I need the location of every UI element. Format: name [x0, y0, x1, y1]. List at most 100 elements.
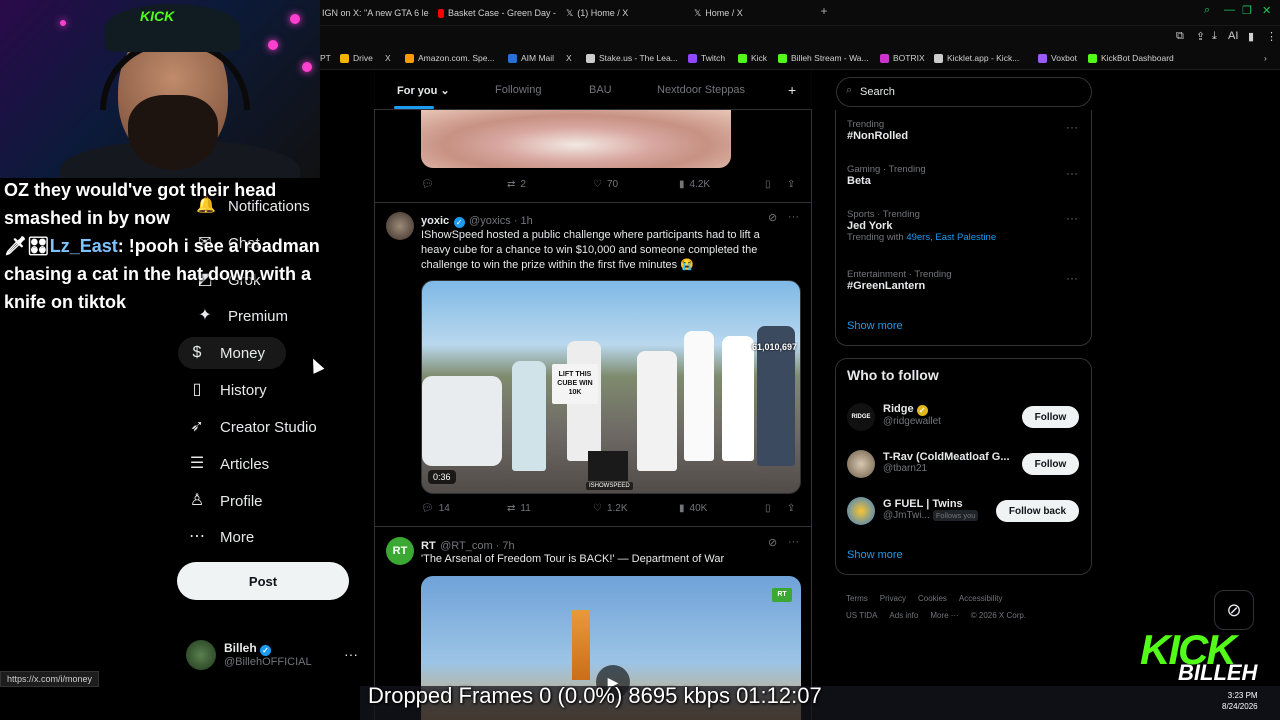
new-tab-button[interactable]: +: [818, 5, 830, 17]
bookmark-button[interactable]: ▯: [765, 179, 771, 190]
bookmark-kickbot[interactable]: KickBot Dashboard: [1088, 53, 1174, 63]
menu-icon[interactable]: ⋮: [1266, 30, 1277, 43]
bookmark-aim-mail[interactable]: AIM Mail: [508, 53, 554, 63]
bookmark-pt[interactable]: PT: [320, 53, 331, 63]
more-icon[interactable]: ···: [344, 646, 358, 662]
like-button[interactable]: ♡ 70: [593, 179, 618, 190]
post-button[interactable]: Post: [177, 562, 349, 600]
add-tab-icon[interactable]: +: [788, 82, 796, 98]
bookmark-button[interactable]: ▯: [765, 503, 771, 514]
tab-bau[interactable]: BAU: [589, 84, 612, 96]
browser-tab-4[interactable]: 𝕏 Home / X: [694, 5, 804, 21]
nav-creator-studio[interactable]: ➶ Creator Studio: [178, 411, 327, 443]
nav-history[interactable]: ▯ History: [178, 374, 277, 406]
more-icon[interactable]: ···: [1066, 166, 1078, 180]
trend-with-links[interactable]: 49ers, East Palestine: [906, 232, 996, 243]
nav-articles[interactable]: ☰ Articles: [178, 448, 279, 480]
avatar[interactable]: RT: [386, 537, 414, 565]
grok-icon[interactable]: ⊘: [1214, 590, 1254, 630]
nav-more[interactable]: ⋯ More: [178, 521, 264, 553]
bookmark-drive[interactable]: Drive: [340, 53, 373, 63]
share-button[interactable]: ⇪: [787, 179, 795, 190]
footer-link[interactable]: Accessibility: [959, 594, 1003, 603]
avatar[interactable]: RIDGE: [847, 403, 875, 431]
tweet-image[interactable]: [421, 110, 731, 168]
footer-link[interactable]: Terms: [846, 594, 868, 603]
show-more-link[interactable]: Show more: [847, 320, 903, 332]
avatar[interactable]: [386, 212, 414, 240]
repost-button[interactable]: ⇄ 2: [507, 179, 526, 190]
close-icon[interactable]: ✕: [1262, 4, 1271, 17]
account-switcher[interactable]: Billeh ✓ @BillehOFFICIAL ···: [186, 640, 366, 672]
more-icon[interactable]: ···: [788, 211, 799, 223]
tweet-video[interactable]: [421, 280, 801, 494]
footer-link[interactable]: US TIDA: [846, 611, 877, 620]
follow-back-button[interactable]: Follow back: [996, 500, 1079, 522]
bookmark-amazon[interactable]: Amazon.com. Spe...: [405, 53, 495, 63]
trend-item[interactable]: Gaming · Trending Beta: [847, 164, 926, 187]
nav-profile[interactable]: ♙ Profile: [178, 485, 273, 517]
tab-nextdoor-steppas[interactable]: Nextdoor Steppas: [657, 84, 745, 96]
more-icon[interactable]: ···: [1066, 211, 1078, 225]
bookmarks-overflow-icon[interactable]: ›: [1264, 53, 1267, 63]
search-input[interactable]: [860, 84, 1080, 100]
repost-button[interactable]: ⇄ 11: [507, 503, 531, 514]
grok-icon[interactable]: ⊘: [768, 536, 777, 549]
browser-tab-2[interactable]: Basket Case - Green Day -: [438, 5, 556, 21]
more-icon[interactable]: ···: [788, 536, 799, 548]
suggestion-item[interactable]: G FUEL | Twins @JmTwi... Follows you: [883, 498, 979, 521]
author-handle[interactable]: @RT_com · 7h: [440, 540, 515, 552]
search-icon[interactable]: ⌕: [1204, 4, 1210, 17]
bookmark-stake[interactable]: Stake.us - The Lea...: [586, 53, 678, 63]
ai-icon[interactable]: AI: [1228, 30, 1238, 42]
more-icon[interactable]: ···: [1066, 271, 1078, 285]
author-name[interactable]: RT: [421, 540, 436, 552]
author-handle[interactable]: @yoxics · 1h: [469, 215, 533, 227]
trend-item[interactable]: Sports · Trending Jed York Trending with…: [847, 209, 996, 243]
tab-following[interactable]: Following: [495, 84, 541, 96]
browser-tab-3[interactable]: 𝕏 (1) Home / X: [566, 5, 676, 21]
footer-link[interactable]: Cookies: [918, 594, 947, 603]
reply-button[interactable]: 💬︎ 14: [421, 503, 450, 514]
account-handle: @BillehOFFICIAL: [224, 656, 312, 668]
trend-item[interactable]: Trending #NonRolled: [847, 119, 908, 142]
nav-money[interactable]: $ Money: [178, 337, 286, 369]
minimize-icon[interactable]: —: [1224, 4, 1235, 16]
maximize-icon[interactable]: ❐: [1242, 4, 1252, 17]
browser-tab-1[interactable]: IGN on X: "A new GTA 6 le: [322, 5, 434, 21]
bookmark-kick[interactable]: Kick: [738, 53, 767, 63]
views-button[interactable]: ▮ 4.2K: [679, 179, 710, 190]
share-icon[interactable]: ⇪: [1196, 30, 1205, 43]
extensions-icon[interactable]: ⧉: [1176, 30, 1184, 43]
kick-icon: [1088, 53, 1097, 63]
more-icon[interactable]: ···: [1066, 120, 1078, 134]
reply-button[interactable]: 💬︎: [421, 179, 439, 190]
footer-link[interactable]: Privacy: [880, 594, 906, 603]
bookmark-kicklet[interactable]: Kicklet.app - Kick...: [934, 53, 1019, 63]
suggestion-item[interactable]: T-Rav (ColdMeatloaf G... @tbarn21: [883, 451, 1010, 474]
bookmark-botrix[interactable]: BOTRIX: [880, 53, 925, 63]
views-button[interactable]: ▮ 40K: [679, 503, 707, 514]
footer-link[interactable]: More ···: [930, 611, 958, 620]
share-button[interactable]: ⇪: [787, 503, 795, 514]
bookmark-twitch[interactable]: Twitch: [688, 53, 725, 63]
bookmark-voxbot[interactable]: Voxbot: [1038, 53, 1077, 63]
tab-for-you[interactable]: For you ⌄: [397, 84, 450, 97]
bookmark-x-2[interactable]: X: [566, 53, 572, 63]
author-name[interactable]: yoxic: [421, 215, 449, 227]
bookmark-billeh-stream[interactable]: Billeh Stream - Wa...: [778, 53, 869, 63]
grok-icon[interactable]: ⊘: [768, 211, 777, 224]
show-more-link[interactable]: Show more: [847, 549, 903, 561]
suggestion-item[interactable]: Ridge ✓ @ridgewallet: [883, 403, 941, 427]
like-button[interactable]: ♡ 1.2K: [593, 503, 628, 514]
trend-item[interactable]: Entertainment · Trending #GreenLantern: [847, 269, 952, 292]
footer-link[interactable]: Ads info: [889, 611, 918, 620]
bookmark-x[interactable]: X: [385, 53, 391, 63]
avatar[interactable]: [847, 450, 875, 478]
follow-button[interactable]: Follow: [1022, 453, 1079, 475]
system-clock: 3:23 PM 8/24/2026: [1222, 690, 1258, 712]
sidebar-icon[interactable]: ▮: [1248, 30, 1254, 43]
download-icon[interactable]: ⤓: [1212, 30, 1217, 43]
follow-button[interactable]: Follow: [1022, 406, 1079, 428]
avatar[interactable]: [847, 497, 875, 525]
